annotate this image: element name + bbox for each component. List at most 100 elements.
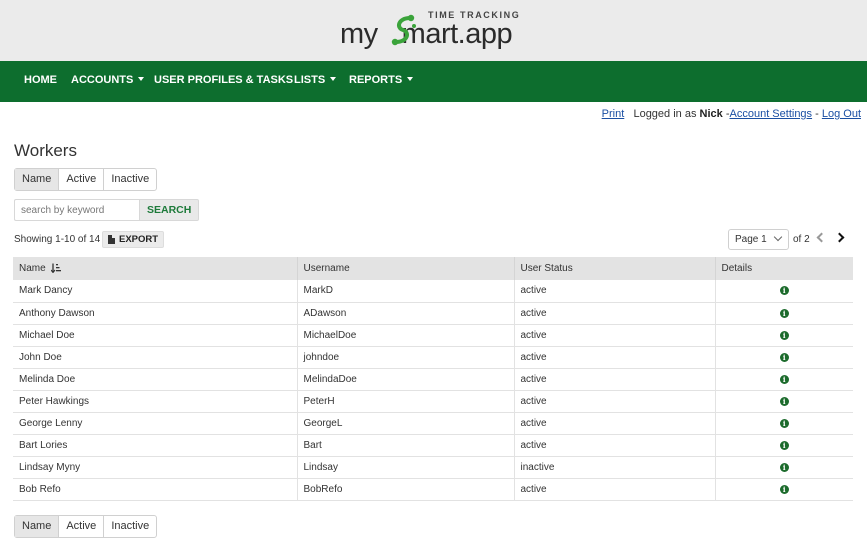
cell-name: Anthony Dawson [13, 302, 298, 325]
cell-username: PeterH [297, 390, 515, 413]
cell-user-status: active [514, 280, 716, 303]
sort-tabs-bottom: Name Active Inactive [14, 515, 158, 538]
info-icon[interactable]: i [779, 352, 789, 362]
workers-table: Name Username User Status Details Mark D… [13, 257, 853, 501]
column-header-name[interactable]: Name [13, 257, 298, 280]
search-input[interactable] [14, 199, 139, 221]
table-row: Anthony Dawson ADawson active i [13, 302, 853, 325]
export-button[interactable]: EXPORT [102, 231, 165, 248]
document-icon [108, 235, 115, 244]
cell-username: GeorgeL [297, 412, 515, 435]
cell-user-status: active [514, 412, 716, 435]
cell-username: MichaelDoe [297, 324, 515, 347]
tab-name[interactable]: Name [15, 516, 60, 537]
nav-home[interactable]: HOME [24, 61, 57, 102]
header-bar: TIME TRACKING my mart.app [0, 0, 867, 61]
table-row: Mark Dancy MarkD active i [13, 280, 853, 303]
username: Nick [699, 108, 723, 120]
main-nav: HOME ACCOUNTS USER PROFILES & TASKS LIST… [0, 61, 867, 102]
cell-name: Melinda Doe [13, 368, 298, 391]
table-row: Bart Lories Bart active i [13, 434, 853, 457]
cell-name: Mark Dancy [13, 280, 298, 303]
cell-name: Lindsay Myny [13, 456, 298, 479]
search-button[interactable]: SEARCH [139, 199, 200, 221]
tab-name[interactable]: Name [15, 169, 60, 190]
page-select[interactable]: Page 1 [728, 229, 789, 250]
cell-user-status: active [514, 302, 716, 325]
cell-name: John Doe [13, 346, 298, 369]
page-title: Workers [14, 141, 77, 160]
cell-name: Bart Lories [13, 434, 298, 457]
cell-details: i [715, 324, 853, 347]
search-form: SEARCH [14, 199, 200, 221]
logged-in-label: Logged in as [633, 108, 697, 120]
cell-user-status: active [514, 434, 716, 457]
cell-username: MarkD [297, 280, 515, 303]
nav-user-profiles-tasks[interactable]: USER PROFILES & TASKS [154, 61, 293, 102]
cell-details: i [715, 434, 853, 457]
account-settings-link[interactable]: Account Settings [730, 108, 813, 120]
table-row: George Lenny GeorgeL active i [13, 412, 853, 435]
cell-user-status: active [514, 324, 716, 347]
info-icon[interactable]: i [779, 462, 789, 472]
table-row: Michael Doe MichaelDoe active i [13, 324, 853, 347]
logo-wordmark: my mart.app [340, 18, 513, 50]
info-icon[interactable]: i [779, 396, 789, 406]
cell-details: i [715, 478, 853, 501]
cell-user-status: inactive [514, 456, 716, 479]
tab-active[interactable]: Active [59, 169, 105, 190]
cell-details: i [715, 456, 853, 479]
tab-active[interactable]: Active [59, 516, 105, 537]
cell-name: Peter Hawkings [13, 390, 298, 413]
cell-username: Lindsay [297, 456, 515, 479]
cell-name: Michael Doe [13, 324, 298, 347]
cell-username: BobRefo [297, 478, 515, 501]
cell-details: i [715, 280, 853, 303]
page-total: of 2 [793, 234, 810, 245]
info-icon[interactable]: i [779, 374, 789, 384]
cell-name: Bob Refo [13, 478, 298, 501]
info-icon[interactable]: i [779, 286, 789, 296]
cell-user-status: active [514, 368, 716, 391]
results-count: Showing 1-10 of 14 [14, 234, 101, 245]
cell-details: i [715, 412, 853, 435]
caret-down-icon [138, 77, 145, 82]
table-row: John Doe johndoe active i [13, 346, 853, 369]
info-icon[interactable]: i [779, 308, 789, 318]
prev-page-icon[interactable] [816, 232, 827, 243]
next-page-icon[interactable] [834, 232, 845, 243]
cell-username: MelindaDoe [297, 368, 515, 391]
nav-reports[interactable]: REPORTS [349, 61, 414, 102]
table-row: Melinda Doe MelindaDoe active i [13, 368, 853, 391]
sort-ascending-icon [51, 263, 62, 274]
table-row: Peter Hawkings PeterH active i [13, 390, 853, 413]
print-link[interactable]: Print [602, 108, 625, 120]
cell-username: ADawson [297, 302, 515, 325]
cell-details: i [715, 368, 853, 391]
sort-tabs-top: Name Active Inactive [14, 168, 158, 191]
table-row: Bob Refo BobRefo active i [13, 478, 853, 501]
logo[interactable]: TIME TRACKING my mart.app [340, 8, 530, 52]
info-icon[interactable]: i [779, 440, 789, 450]
cell-username: Bart [297, 434, 515, 457]
nav-accounts[interactable]: ACCOUNTS [71, 61, 145, 102]
cell-details: i [715, 302, 853, 325]
cell-details: i [715, 346, 853, 369]
column-header-user-status: User Status [514, 257, 716, 280]
column-header-username: Username [297, 257, 515, 280]
info-icon[interactable]: i [779, 418, 789, 428]
tab-inactive[interactable]: Inactive [104, 169, 156, 190]
info-icon[interactable]: i [779, 330, 789, 340]
caret-down-icon [407, 77, 414, 82]
table-header-row: Name Username User Status Details [13, 257, 853, 280]
cell-details: i [715, 390, 853, 413]
info-icon[interactable]: i [779, 484, 789, 494]
nav-lists[interactable]: LISTS [294, 61, 337, 102]
cell-user-status: active [514, 478, 716, 501]
cell-user-status: active [514, 390, 716, 413]
logout-link[interactable]: Log Out [822, 108, 861, 120]
chevron-down-icon [773, 232, 783, 242]
table-row: Lindsay Myny Lindsay inactive i [13, 456, 853, 479]
tab-inactive[interactable]: Inactive [104, 516, 156, 537]
cell-username: johndoe [297, 346, 515, 369]
